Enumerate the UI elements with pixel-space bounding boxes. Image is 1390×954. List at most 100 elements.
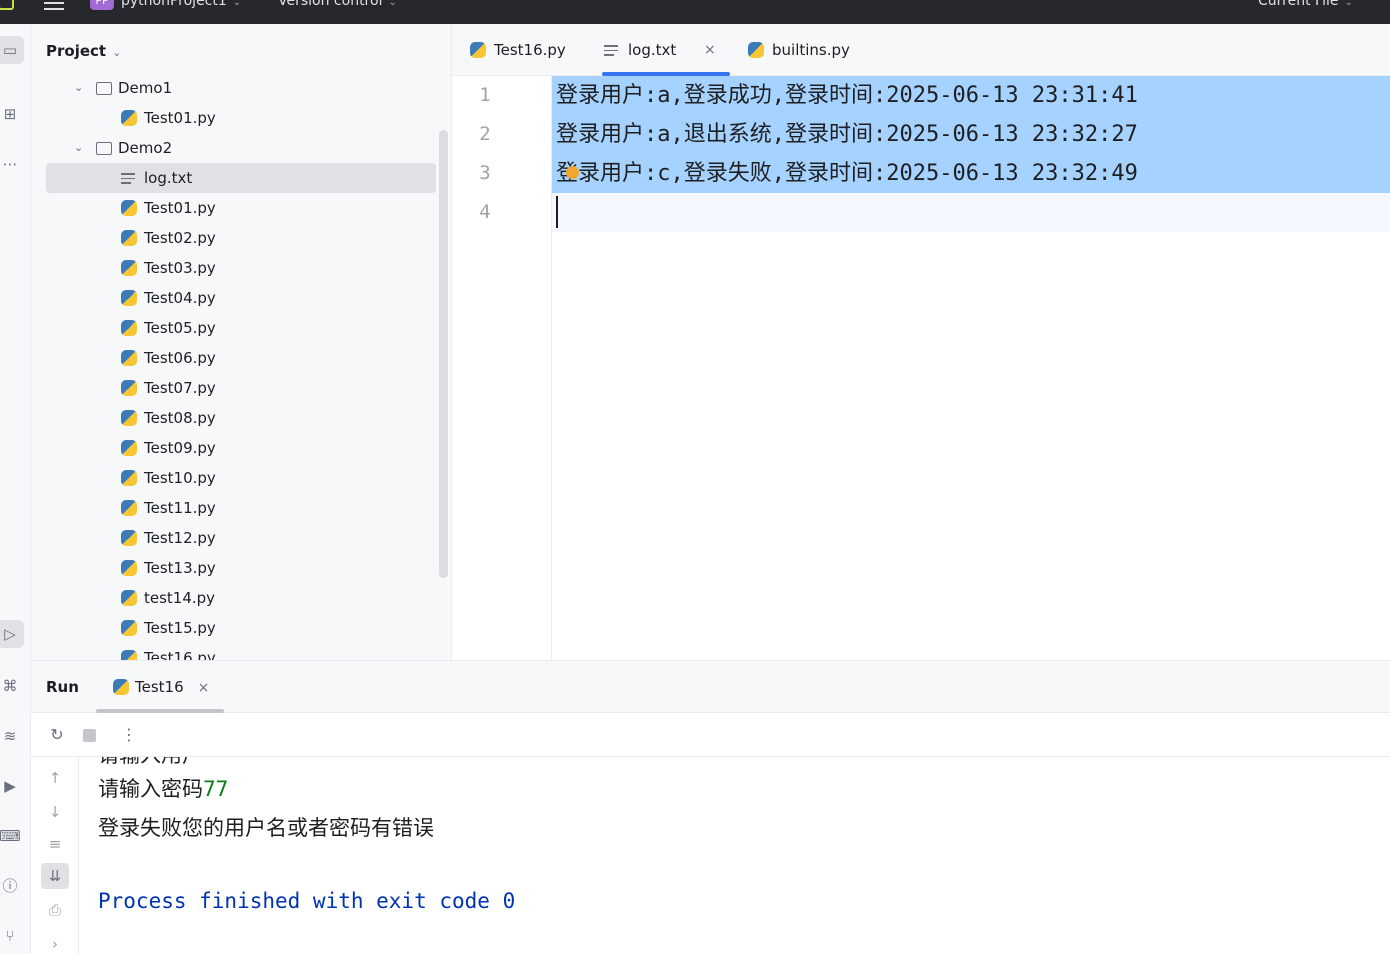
tree-folder[interactable]: ⌄ Demo1 (46, 73, 436, 103)
tree-file[interactable]: Test08.py (46, 403, 436, 433)
python-icon (121, 650, 137, 660)
console-line: 登录失败您的用户名或者密码有错误 (98, 812, 434, 842)
tree-file[interactable]: Test11.py (46, 493, 436, 523)
tree-file[interactable]: Test01.py (46, 193, 436, 223)
editor-tab-label: log.txt (628, 41, 677, 59)
more-options-icon[interactable]: ⋮ (117, 723, 141, 747)
chevron-down-icon[interactable]: ⌄ (74, 133, 83, 163)
tree-file[interactable]: Test05.py (46, 313, 436, 343)
code-line[interactable]: 登录用户:a,退出系统,登录时间:2025-06-13 23:32:27 (552, 115, 1390, 154)
line-number: 3 (479, 162, 491, 184)
tree-file[interactable]: Test07.py (46, 373, 436, 403)
left-tool-strip: ▭ ⊞ ⋯ ▷ ⌘ ≋ ▶ ⌨ ⓘ ⑂ (0, 24, 31, 954)
arrow-down-icon[interactable]: ↓ (41, 799, 69, 825)
editor-tab-label: builtins.py (772, 41, 850, 59)
python-icon (121, 230, 137, 246)
close-icon[interactable]: × (198, 680, 210, 696)
run-config-selector[interactable]: Current File ⌄ (1258, 0, 1353, 9)
services-icon[interactable]: ▶ (0, 772, 24, 800)
project-tool-folder-icon[interactable]: ▭ (0, 36, 24, 64)
tree-file[interactable]: Test13.py (46, 553, 436, 583)
app-logo-icon[interactable] (0, 0, 14, 10)
tree-file[interactable]: Test04.py (46, 283, 436, 313)
version-control-menu[interactable]: Version control ⌄ (278, 0, 397, 9)
code-line[interactable] (552, 193, 1390, 232)
run-side-toolbar: ↑ ↓ ≡ ⇊ ⎙ › (31, 757, 79, 954)
structure-tool-icon[interactable]: ⊞ (0, 100, 24, 128)
python-icon (121, 380, 137, 396)
stop-button[interactable] (77, 723, 101, 747)
python-icon (121, 530, 137, 546)
project-panel-header[interactable]: Project ⌄ (46, 42, 121, 60)
print-icon[interactable]: ⎙ (41, 897, 69, 923)
tree-item-label: Demo1 (118, 79, 173, 97)
python-icon (121, 290, 137, 306)
tree-item-label: Test11.py (144, 499, 216, 517)
tree-file[interactable]: Test06.py (46, 343, 436, 373)
tree-item-label: Test07.py (144, 379, 216, 397)
ide-window: PP pythonProject1 ⌄ Version control ⌄ Curr… (0, 0, 1390, 954)
run-tool-icon[interactable]: ▷ (0, 620, 24, 648)
tree-file[interactable]: log.txt (46, 163, 436, 193)
chevron-right-icon[interactable]: › (41, 931, 69, 954)
problems-icon[interactable]: ⓘ (0, 872, 24, 900)
console-output[interactable]: 请输入用户 请输入密码77 登录失败您的用户名或者密码有错误 Process f… (98, 757, 1378, 954)
tree-file[interactable]: Test16.py (46, 643, 436, 660)
python-icon (121, 500, 137, 516)
stop-icon (82, 729, 96, 742)
editor-tab[interactable]: builtins.py (746, 24, 864, 76)
tree-item-label: Test04.py (144, 289, 216, 307)
tree-file[interactable]: test14.py (46, 583, 436, 613)
console-line: 请输入密码77 (98, 773, 228, 803)
more-tools-icon[interactable]: ⋯ (0, 150, 24, 178)
tree-item-label: test14.py (144, 589, 216, 607)
python-icon (113, 679, 129, 695)
tree-folder[interactable]: ⌄ Demo2 (46, 133, 436, 163)
tree-file[interactable]: Test10.py (46, 463, 436, 493)
text-caret (556, 196, 558, 228)
git-icon[interactable]: ⑂ (0, 922, 24, 950)
text-file-icon (604, 42, 620, 58)
chevron-down-icon: ⌄ (232, 0, 242, 8)
close-icon[interactable]: × (704, 24, 716, 76)
tree-scrollbar[interactable] (439, 130, 448, 578)
project-badge[interactable]: PP (90, 0, 114, 10)
code-line[interactable]: 登录用户:a,登录成功,登录时间:2025-06-13 23:31:41 (552, 76, 1390, 115)
console-line-clipped: 请输入用户 (98, 757, 203, 769)
tree-file[interactable]: Test09.py (46, 433, 436, 463)
chevron-down-icon[interactable]: ⌄ (74, 73, 83, 103)
tree-file[interactable]: Test01.py (46, 103, 436, 133)
editor-tab-label: Test16.py (494, 41, 566, 59)
python-packages-icon[interactable]: ⌘ (0, 672, 24, 700)
python-icon (121, 440, 137, 456)
tree-item-label: Test15.py (144, 619, 216, 637)
line-number: 2 (479, 123, 491, 145)
tree-file[interactable]: Test12.py (46, 523, 436, 553)
text-file-icon (121, 170, 137, 186)
intention-bulb-icon[interactable] (566, 166, 579, 179)
rerun-icon[interactable]: ↻ (45, 723, 69, 747)
folder-icon (96, 142, 112, 155)
main-menu-icon[interactable] (44, 0, 64, 10)
editor-tab[interactable]: Test16.py (468, 24, 586, 76)
arrow-up-icon[interactable]: ↑ (41, 765, 69, 791)
code-line[interactable]: 登录用户:c,登录失败,登录时间:2025-06-13 23:32:49 (552, 154, 1390, 193)
python-icon (121, 110, 137, 126)
editor-tab[interactable]: log.txt × (602, 24, 730, 76)
tree-item-label: Test01.py (144, 109, 216, 127)
code-editor[interactable]: 登录用户:a,登录成功,登录时间:2025-06-13 23:31:41 登录用户… (552, 76, 1390, 660)
scroll-to-end-icon[interactable]: ⇊ (41, 863, 69, 889)
layers-icon[interactable]: ≋ (0, 722, 24, 750)
tree-item-label: Test09.py (144, 439, 216, 457)
terminal-icon[interactable]: ⌨ (0, 822, 24, 850)
project-switcher[interactable]: pythonProject1 ⌄ (121, 0, 241, 9)
tree-file[interactable]: Test03.py (46, 253, 436, 283)
tree-item-label: Test05.py (144, 319, 216, 337)
soft-wrap-icon[interactable]: ≡ (41, 831, 69, 857)
tree-file[interactable]: Test15.py (46, 613, 436, 643)
console-prompt: 请输入密码 (98, 777, 203, 801)
run-panel-title: Run (46, 678, 79, 696)
run-tab-test16[interactable]: Test16 × (113, 678, 209, 696)
tree-file[interactable]: Test02.py (46, 223, 436, 253)
tree-item-label: Test08.py (144, 409, 216, 427)
